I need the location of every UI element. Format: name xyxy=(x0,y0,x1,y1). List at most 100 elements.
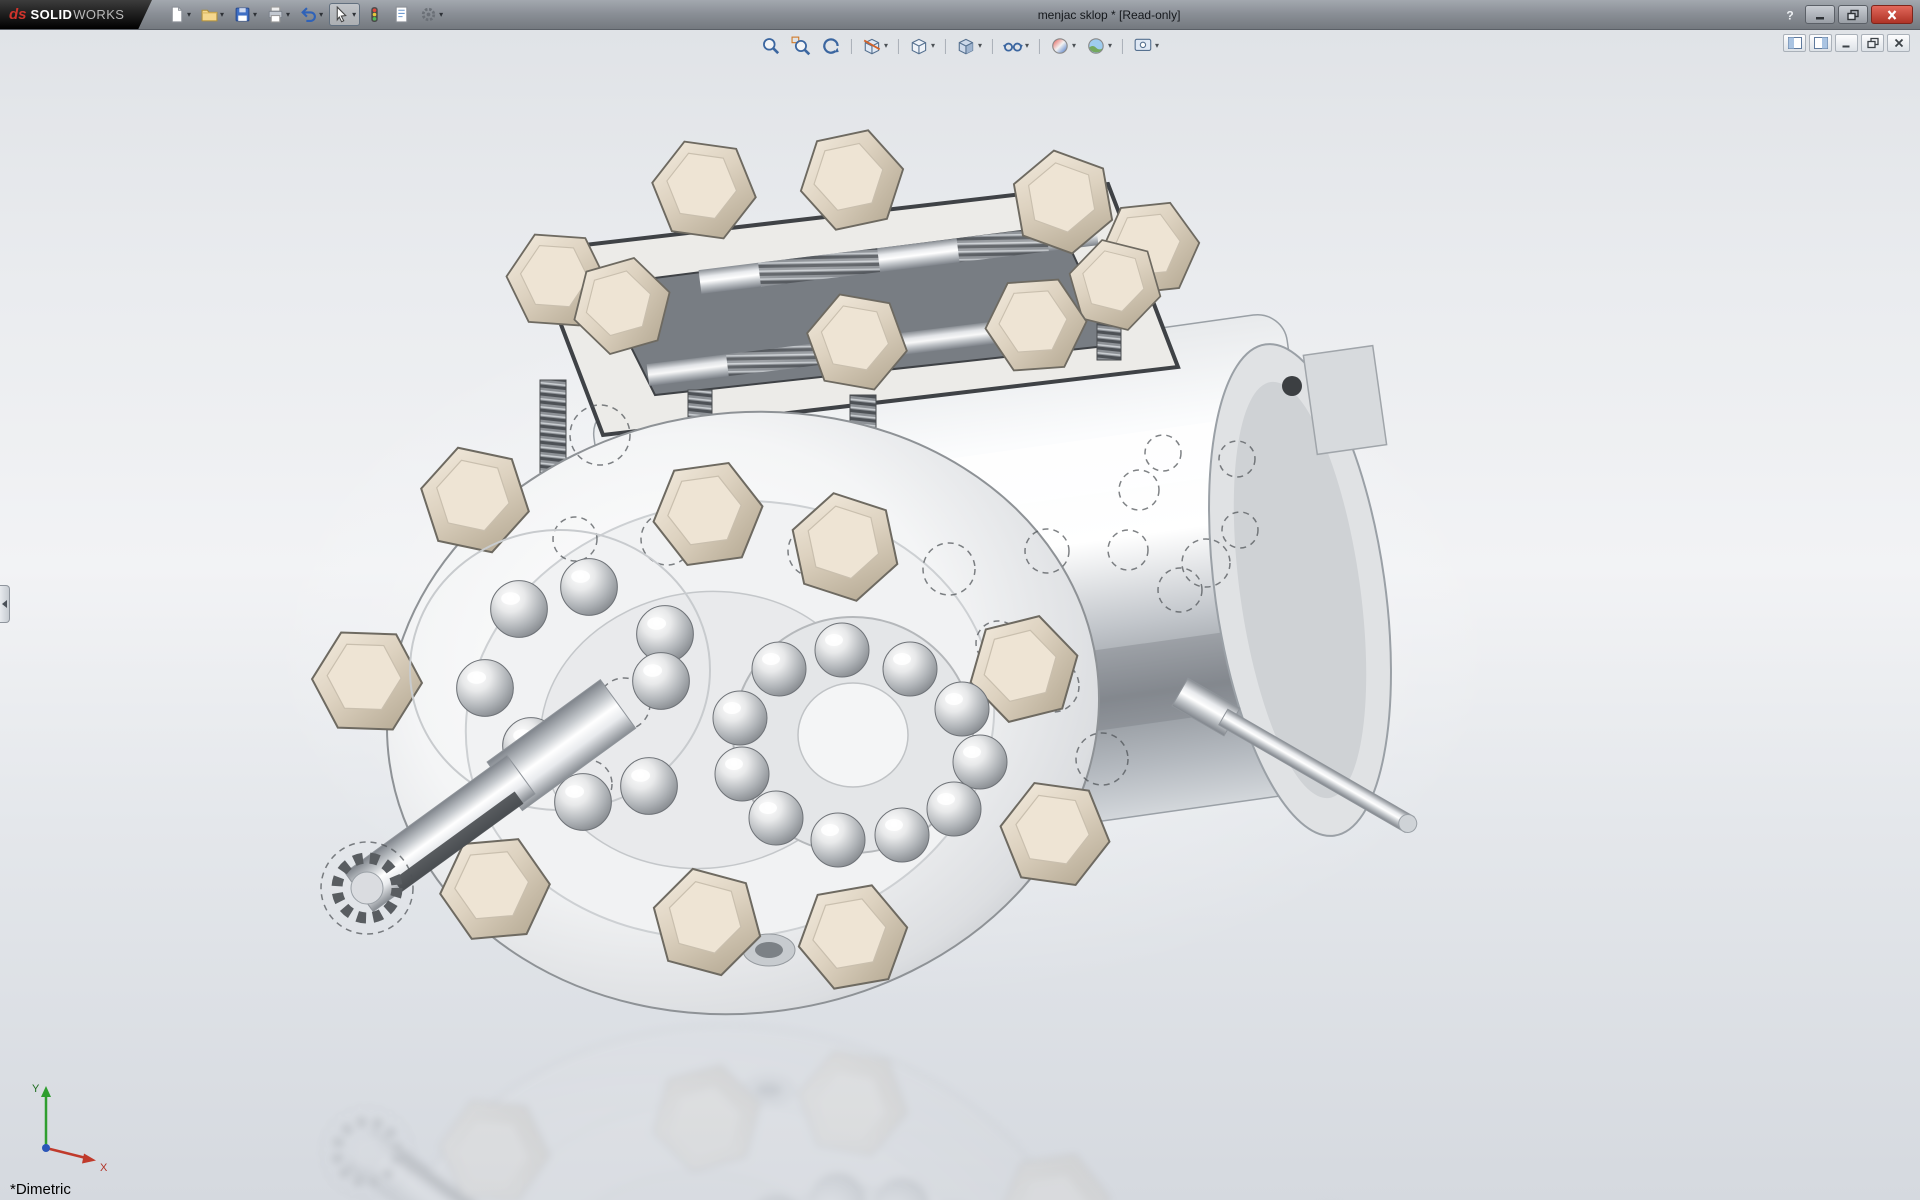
doc-minimize-icon xyxy=(1839,36,1855,50)
previous-view-button[interactable] xyxy=(817,33,845,59)
edit-appearance-button[interactable]: ▾ xyxy=(1046,33,1080,59)
new-document-button[interactable]: ▾ xyxy=(164,3,195,26)
hide-show-items-button[interactable]: ▾ xyxy=(999,33,1033,59)
pane-right-icon xyxy=(1813,36,1829,50)
graphics-viewport: ▾ ▾ ▾ ▾ ▾ ▾ ▾ Y X *Dimetric xyxy=(0,30,1920,1200)
pane-left-button[interactable] xyxy=(1783,34,1806,52)
solidworks-logo: ds SOLID WORKS xyxy=(0,0,152,29)
zoom-to-area-button[interactable] xyxy=(787,33,815,59)
previous-view-icon xyxy=(821,36,841,56)
new-document-icon xyxy=(168,6,185,23)
help-icon: ? xyxy=(1782,8,1798,22)
triad-y-arrow xyxy=(41,1086,51,1097)
dropdown-caret-icon[interactable]: ▾ xyxy=(930,42,935,50)
triad-y-label: Y xyxy=(32,1083,40,1095)
dropdown-caret-icon[interactable]: ▾ xyxy=(438,11,443,19)
select-icon xyxy=(333,6,350,23)
dropdown-caret-icon[interactable]: ▾ xyxy=(1071,42,1076,50)
select-button[interactable]: ▾ xyxy=(329,3,360,26)
dropdown-caret-icon[interactable]: ▾ xyxy=(318,11,323,19)
pane-right-button[interactable] xyxy=(1809,34,1832,52)
chevron-left-icon xyxy=(2,600,7,608)
zoom-to-area-icon xyxy=(791,36,811,56)
window-restore-button[interactable] xyxy=(1838,5,1868,24)
help-button[interactable]: ? xyxy=(1778,5,1802,24)
document-window-controls xyxy=(1783,34,1910,52)
open-icon xyxy=(201,6,218,23)
dropdown-caret-icon[interactable]: ▾ xyxy=(1107,42,1112,50)
display-style-icon xyxy=(956,36,976,56)
section-view-button[interactable]: ▾ xyxy=(858,33,892,59)
dropdown-caret-icon[interactable]: ▾ xyxy=(883,42,888,50)
print-button[interactable]: ▾ xyxy=(263,3,294,26)
triad-x-arrow xyxy=(82,1154,96,1164)
edit-appearance-icon xyxy=(1050,36,1070,56)
zoom-to-fit-icon xyxy=(761,36,781,56)
window-close-icon xyxy=(1884,8,1900,22)
section-view-icon xyxy=(862,36,882,56)
undo-icon xyxy=(300,6,317,23)
ds-logo-mark: ds xyxy=(9,6,27,23)
view-orientation-button[interactable]: ▾ xyxy=(905,33,939,59)
print-icon xyxy=(267,6,284,23)
toolbar-separator xyxy=(851,39,852,54)
logo-text-solid: SOLID xyxy=(31,7,73,22)
zoom-to-fit-button[interactable] xyxy=(757,33,785,59)
dropdown-caret-icon[interactable]: ▾ xyxy=(351,11,356,19)
toolbar-separator xyxy=(1039,39,1040,54)
options-button[interactable]: ▾ xyxy=(416,3,447,26)
title-bar: ds SOLID WORKS ▾ ▾ ▾ ▾ ▾ ▾ ▾ menjac sklop * [R… xyxy=(0,0,1920,30)
model-reflection xyxy=(310,980,1423,1200)
toolbar-separator xyxy=(1122,39,1123,54)
save-icon xyxy=(234,6,251,23)
window-controls: ? xyxy=(1771,5,1920,24)
gearbox-assembly-model xyxy=(310,125,1423,1060)
rebuild-icon xyxy=(366,6,383,23)
rebuild-button[interactable] xyxy=(362,3,387,26)
doc-restore-button[interactable] xyxy=(1861,34,1884,52)
window-restore-icon xyxy=(1845,8,1861,22)
featuremanager-collapsed-tab[interactable] xyxy=(0,585,10,623)
open-button[interactable]: ▾ xyxy=(197,3,228,26)
undo-button[interactable]: ▾ xyxy=(296,3,327,26)
window-minimize-icon xyxy=(1812,8,1828,22)
options-icon xyxy=(420,6,437,23)
view-orientation-label: *Dimetric xyxy=(10,1181,71,1198)
dropdown-caret-icon[interactable]: ▾ xyxy=(1024,42,1029,50)
pane-left-icon xyxy=(1787,36,1803,50)
svg-text:?: ? xyxy=(1786,8,1793,22)
window-title: menjac sklop * [Read-only] xyxy=(447,8,1771,22)
window-minimize-button[interactable] xyxy=(1805,5,1835,24)
dropdown-caret-icon[interactable]: ▾ xyxy=(252,11,257,19)
dropdown-caret-icon[interactable]: ▾ xyxy=(1154,42,1159,50)
doc-restore-icon xyxy=(1865,36,1881,50)
display-style-button[interactable]: ▾ xyxy=(952,33,986,59)
doc-close-button[interactable] xyxy=(1887,34,1910,52)
dropdown-caret-icon[interactable]: ▾ xyxy=(219,11,224,19)
dropdown-caret-icon[interactable]: ▾ xyxy=(977,42,982,50)
window-close-button[interactable] xyxy=(1871,5,1913,24)
dropdown-caret-icon[interactable]: ▾ xyxy=(186,11,191,19)
graphics-area[interactable] xyxy=(0,30,1920,1200)
file-properties-icon xyxy=(393,6,410,23)
triad-x-label: X xyxy=(100,1162,108,1174)
toolbar-separator xyxy=(898,39,899,54)
apply-scene-button[interactable]: ▾ xyxy=(1082,33,1116,59)
hide-show-items-icon xyxy=(1003,36,1023,56)
apply-scene-icon xyxy=(1086,36,1106,56)
reference-triad: Y X xyxy=(12,1076,116,1180)
doc-close-icon xyxy=(1891,36,1907,50)
standard-toolbar: ▾ ▾ ▾ ▾ ▾ ▾ ▾ xyxy=(152,3,447,26)
view-orientation-icon xyxy=(909,36,929,56)
view-settings-button[interactable]: ▾ xyxy=(1129,33,1163,59)
heads-up-view-toolbar: ▾ ▾ ▾ ▾ ▾ ▾ ▾ xyxy=(757,33,1163,59)
triad-z-axis xyxy=(42,1144,50,1152)
dropdown-caret-icon[interactable]: ▾ xyxy=(285,11,290,19)
save-button[interactable]: ▾ xyxy=(230,3,261,26)
toolbar-separator xyxy=(992,39,993,54)
logo-text-works: WORKS xyxy=(73,7,124,22)
doc-minimize-button[interactable] xyxy=(1835,34,1858,52)
view-settings-icon xyxy=(1133,36,1153,56)
toolbar-separator xyxy=(945,39,946,54)
file-properties-button[interactable] xyxy=(389,3,414,26)
